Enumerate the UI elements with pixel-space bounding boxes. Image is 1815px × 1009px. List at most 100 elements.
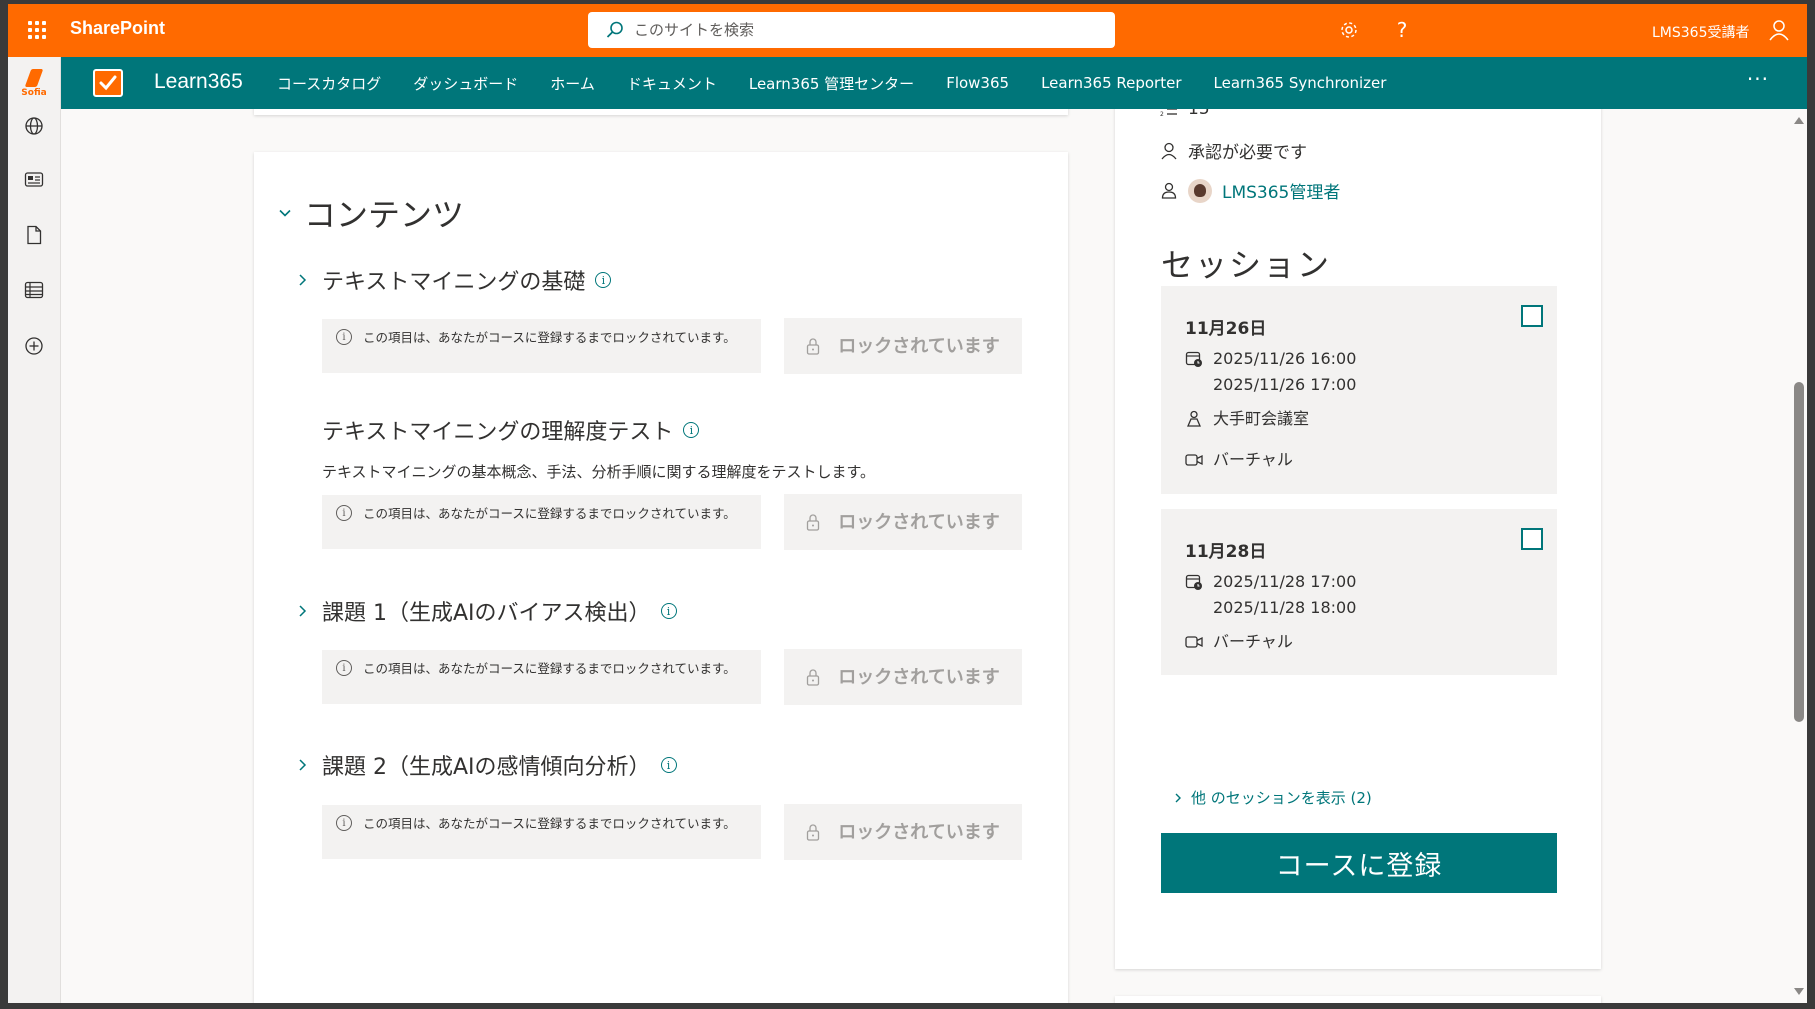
contents-card: コンテンツ テキストマイニングの基礎 i i この項目は、あなたがコースに登録す…	[254, 152, 1068, 1003]
list-icon[interactable]	[17, 273, 51, 307]
info-icon[interactable]: i	[683, 422, 700, 438]
info-circle-icon: i	[336, 660, 352, 676]
add-icon[interactable]	[17, 329, 51, 363]
content-item-title[interactable]: テキストマイニングの理解度テスト	[322, 414, 673, 446]
more-sessions-link[interactable]: 他 のセッションを表示 (2)	[1173, 787, 1372, 808]
locked-button[interactable]: ロックされています	[784, 649, 1022, 705]
session-card[interactable]: 11月28日 2025/11/28 17:00 2025/11/28 18:00…	[1161, 509, 1557, 675]
person-group-icon	[1159, 181, 1179, 201]
page-scrollbar[interactable]	[1791, 109, 1807, 1003]
settings-gear-icon[interactable]	[1335, 16, 1363, 44]
app-name[interactable]: SharePoint	[70, 18, 165, 39]
admin-link[interactable]: LMS365管理者	[1222, 178, 1340, 203]
lock-message-text: この項目は、あなたがコースに登録するまでロックされています。	[363, 330, 736, 345]
scroll-up-arrow-icon[interactable]	[1794, 117, 1804, 124]
news-icon[interactable]	[17, 163, 51, 197]
lock-message-text: この項目は、あなたがコースに登録するまでロックされています。	[363, 661, 736, 676]
lock-icon	[806, 824, 820, 841]
more-options-icon[interactable]: ···	[1747, 67, 1769, 91]
enroll-button[interactable]: コースに登録	[1161, 833, 1557, 893]
globe-icon[interactable]	[17, 109, 51, 143]
nav-home[interactable]: ホーム	[534, 73, 611, 94]
course-details-card: 12 15 承認が必要です LMS365管理者 セッション 11月26日	[1115, 109, 1601, 969]
content-item-title[interactable]: 課題 2（生成AIの感情傾向分析）	[322, 749, 651, 781]
nav-reporter[interactable]: Learn365 Reporter	[1025, 74, 1197, 92]
search-box[interactable]	[588, 12, 1115, 48]
session-checkbox[interactable]	[1521, 305, 1543, 327]
calendar-clock-icon	[1185, 346, 1205, 372]
browser-frame: SharePoint ? LMS365受講者 Sofia	[8, 4, 1807, 1003]
user-profile-icon[interactable]	[1765, 16, 1793, 44]
help-icon[interactable]: ?	[1388, 16, 1416, 44]
chevron-down-icon	[279, 209, 291, 217]
video-camera-icon	[1185, 447, 1205, 473]
item-count: 15	[1188, 109, 1210, 119]
lock-icon	[806, 338, 820, 355]
session-type-row: バーチャル	[1185, 629, 1293, 655]
suite-bar: SharePoint ? LMS365受講者	[8, 4, 1807, 57]
session-date: 11月26日	[1185, 319, 1267, 339]
content-item-3-header: 課題 1（生成AIのバイアス検出） i	[294, 595, 677, 627]
chevron-right-icon[interactable]	[294, 272, 310, 288]
hub-title[interactable]: Learn365	[154, 70, 243, 94]
scrollbar-thumb[interactable]	[1794, 382, 1804, 722]
content-item-title[interactable]: 課題 1（生成AIのバイアス検出）	[322, 595, 651, 627]
previous-card	[254, 109, 1068, 115]
left-rail: Sofia	[8, 57, 61, 1003]
sofia-logo-text: Sofia	[21, 88, 47, 98]
session-location-row: 大手町会議室	[1185, 406, 1309, 432]
lock-message: i この項目は、あなたがコースに登録するまでロックされています。	[322, 805, 761, 859]
content-item-4-header: 課題 2（生成AIの感情傾向分析） i	[294, 749, 677, 781]
hub-links: コースカタログ ダッシュボード ホーム ドキュメント Learn365 管理セン…	[261, 57, 1402, 109]
content-item-2-header: テキストマイニングの理解度テスト i	[310, 414, 700, 446]
nav-admin-center[interactable]: Learn365 管理センター	[733, 73, 930, 94]
nav-dashboard[interactable]: ダッシュボード	[397, 73, 534, 94]
info-icon[interactable]: i	[660, 603, 677, 619]
app-launcher-icon[interactable]	[18, 12, 56, 48]
learn365-logo-icon[interactable]	[93, 69, 123, 97]
user-name[interactable]: LMS365受講者	[1652, 22, 1750, 42]
session-heading: セッション	[1161, 246, 1332, 284]
hub-navigation: Learn365 コースカタログ ダッシュボード ホーム ドキュメント Lear…	[61, 57, 1807, 109]
locked-button[interactable]: ロックされています	[784, 318, 1022, 374]
calendar-clock-icon	[1185, 569, 1205, 595]
session-type: バーチャル	[1213, 450, 1293, 469]
content-item-description: テキストマイニングの基本概念、手法、分析手順に関する理解度をテストします。	[322, 463, 876, 481]
content-item-1-header: テキストマイニングの基礎 i	[294, 264, 612, 296]
session-card[interactable]: 11月26日 2025/11/26 16:00 2025/11/26 17:00…	[1161, 286, 1557, 494]
sofia-logo[interactable]: Sofia	[17, 69, 51, 105]
session-checkbox[interactable]	[1521, 528, 1543, 550]
locked-button-label: ロックされています	[838, 335, 1000, 357]
nav-documents[interactable]: ドキュメント	[611, 73, 733, 94]
chevron-right-icon[interactable]	[294, 757, 310, 773]
info-icon[interactable]: i	[595, 272, 612, 288]
nav-synchronizer[interactable]: Learn365 Synchronizer	[1198, 74, 1403, 92]
locked-button-label: ロックされています	[838, 821, 1000, 843]
admin-row: LMS365管理者	[1159, 178, 1340, 203]
scroll-down-arrow-icon[interactable]	[1794, 988, 1804, 995]
chevron-right-icon[interactable]	[294, 603, 310, 619]
more-sessions-label: 他 のセッションを表示 (2)	[1191, 789, 1372, 807]
lock-icon	[806, 669, 820, 686]
session-type: バーチャル	[1213, 632, 1293, 651]
document-icon[interactable]	[17, 218, 51, 252]
session-end: 2025/11/26 17:00	[1213, 375, 1357, 394]
contents-section-toggle[interactable]: コンテンツ	[278, 190, 464, 236]
search-input[interactable]	[634, 21, 1074, 39]
content-item-title[interactable]: テキストマイニングの基礎	[322, 264, 585, 296]
next-card	[1115, 996, 1601, 1003]
person-icon	[1159, 141, 1179, 161]
nav-flow365[interactable]: Flow365	[930, 74, 1025, 92]
video-camera-icon	[1185, 629, 1205, 655]
locked-button[interactable]: ロックされています	[784, 804, 1022, 860]
nav-course-catalog[interactable]: コースカタログ	[261, 73, 397, 94]
session-date: 11月28日	[1185, 542, 1267, 562]
locked-button-label: ロックされています	[838, 511, 1000, 533]
page-content: コンテンツ テキストマイニングの基礎 i i この項目は、あなたがコースに登録す…	[61, 109, 1791, 1003]
locked-button[interactable]: ロックされています	[784, 494, 1022, 550]
info-icon[interactable]: i	[660, 757, 677, 773]
locked-button-label: ロックされています	[838, 666, 1000, 688]
info-circle-icon: i	[336, 329, 352, 345]
session-location: 大手町会議室	[1213, 409, 1310, 428]
lock-icon	[806, 514, 820, 531]
